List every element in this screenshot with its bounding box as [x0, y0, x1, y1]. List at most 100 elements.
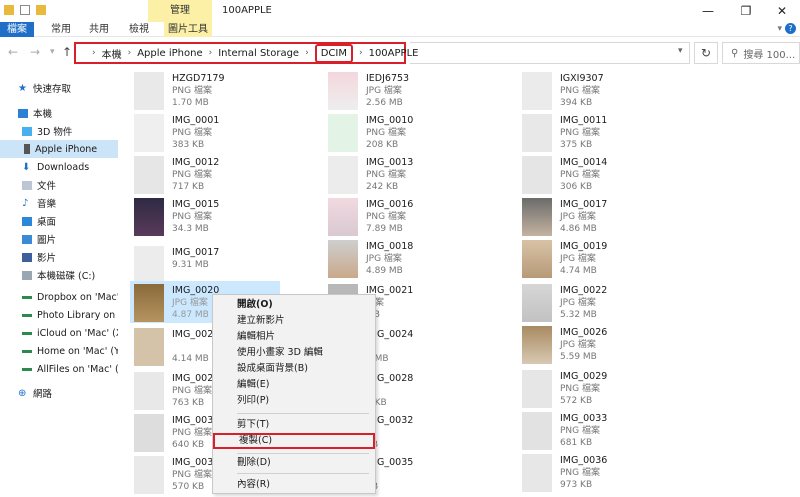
- help-icon[interactable]: ?: [785, 23, 796, 34]
- sidebar-item-this-pc[interactable]: 本機: [0, 104, 118, 122]
- sidebar-item-music[interactable]: ♪ 音樂: [0, 194, 118, 212]
- menu-item-copy[interactable]: 複製(C): [213, 433, 375, 449]
- cube-icon: [22, 126, 32, 136]
- file-size: 9.31 MB: [172, 260, 209, 270]
- thumbnail: [522, 370, 552, 408]
- menu-item-edit-paint3d[interactable]: 使用小畫家 3D 編輯: [213, 345, 375, 361]
- search-input[interactable]: ⚲ 搜尋 100...: [722, 42, 800, 64]
- sidebar-item-downloads[interactable]: ⬇ Downloads: [0, 158, 118, 176]
- menu-item-print[interactable]: 列印(P): [213, 393, 375, 409]
- folder-icon[interactable]: [4, 5, 14, 15]
- sidebar-item-network[interactable]: ⊕ 網路: [0, 384, 118, 402]
- file-type: JPG 檔案: [366, 86, 402, 96]
- new-folder-icon[interactable]: [36, 5, 46, 15]
- sidebar-item-quick-access[interactable]: ★ 快速存取: [0, 79, 118, 97]
- sidebar-item-label: 本機: [33, 109, 53, 120]
- tab-share[interactable]: 共用: [84, 22, 114, 37]
- maximize-button[interactable]: ❐: [728, 0, 764, 22]
- title-bar: 管理 100APPLE — ❐ ✕: [0, 0, 800, 22]
- breadcrumb-dcim[interactable]: DCIM: [314, 43, 353, 63]
- recent-locations-icon[interactable]: ▾: [50, 47, 55, 57]
- file-size: 572 KB: [560, 396, 593, 406]
- sidebar-item-apple-iphone[interactable]: Apple iPhone: [0, 140, 118, 158]
- breadcrumb-apple-iphone[interactable]: Apple iPhone: [137, 48, 202, 59]
- menu-item-cut[interactable]: 剪下(T): [213, 417, 375, 433]
- back-icon[interactable]: ←: [8, 45, 18, 59]
- menu-separator: [237, 473, 369, 474]
- sidebar-item-icloud-on-mac[interactable]: iCloud on 'Mac' (X:: [0, 324, 118, 342]
- navigation-pane: ★ 快速存取 本機 3D 物件 Apple iPhone ⬇ Downloads…: [0, 70, 118, 497]
- menu-item-edit-photo[interactable]: 編輯相片: [213, 329, 375, 345]
- network-drive-icon: [22, 349, 32, 353]
- sidebar-item-videos[interactable]: 影片: [0, 248, 118, 266]
- file-size: 306 KB: [560, 182, 593, 192]
- sidebar-item-allfiles-on-mac[interactable]: AllFiles on 'Mac' (Z: [0, 360, 118, 378]
- address-dropdown-icon[interactable]: ▾: [678, 46, 683, 56]
- file-type: PNG 檔案: [172, 428, 212, 438]
- file-name: IMG_0001: [172, 115, 220, 126]
- menu-item-set-desktop-background[interactable]: 設成桌面背景(B): [213, 361, 375, 377]
- menu-item-open[interactable]: 開啟(O): [213, 297, 375, 313]
- menu-separator: [237, 453, 369, 454]
- sidebar-item-home-on-mac[interactable]: Home on 'Mac' (Y:): [0, 342, 118, 360]
- file-name: IMG_0022: [560, 285, 608, 296]
- thumbnail: [328, 114, 358, 152]
- address-bar[interactable]: › 本機 › Apple iPhone › Internal Storage ›…: [74, 42, 418, 64]
- forward-icon[interactable]: →: [30, 45, 40, 59]
- thumbnail: [134, 246, 164, 284]
- tab-file[interactable]: 檔案: [0, 22, 34, 37]
- tab-manage[interactable]: 管理: [148, 0, 212, 22]
- search-icon: ⚲: [731, 47, 739, 59]
- menu-item-create-video[interactable]: 建立新影片: [213, 313, 375, 329]
- file-type: JPG 檔案: [560, 298, 596, 308]
- sidebar-item-dropbox-on-mac[interactable]: Dropbox on 'Mac' (: [0, 288, 118, 306]
- menu-item-edit[interactable]: 編輯(E): [213, 377, 375, 393]
- thumbnail: [522, 114, 552, 152]
- minimize-button[interactable]: —: [690, 0, 726, 22]
- breadcrumb-internal-storage[interactable]: Internal Storage: [218, 48, 299, 59]
- close-button[interactable]: ✕: [764, 0, 800, 22]
- thumbnail: [134, 72, 164, 110]
- file-name: IMG_0017: [172, 247, 220, 258]
- file-name: HZGD7179: [172, 73, 225, 84]
- file-type: PNG 檔案: [172, 128, 212, 138]
- tab-view[interactable]: 檢視: [122, 22, 156, 37]
- sidebar-item-documents[interactable]: 文件: [0, 176, 118, 194]
- file-size: 383 KB: [172, 140, 205, 150]
- file-size: 4.14 MB: [172, 354, 209, 364]
- menu-item-delete[interactable]: 刪除(D): [213, 455, 375, 471]
- phone-icon: [24, 144, 30, 154]
- file-name: IMG_0011: [560, 115, 608, 126]
- checkbox-icon[interactable]: [20, 5, 30, 15]
- file-size: 4.86 MB: [560, 224, 597, 234]
- chevron-down-icon[interactable]: ▾: [777, 22, 782, 37]
- menu-item-properties[interactable]: 內容(R): [213, 477, 375, 493]
- sidebar-item-label: AllFiles on 'Mac' (Z: [37, 363, 118, 375]
- sidebar-item-label: Dropbox on 'Mac' (: [37, 291, 118, 303]
- sidebar-item-local-disk-c[interactable]: 本機磁碟 (C:): [0, 266, 118, 284]
- sidebar-item-label: 桌面: [37, 217, 57, 228]
- file-name: IMG_0013: [366, 157, 414, 168]
- file-type: PNG 檔案: [172, 212, 212, 222]
- file-name: IGXI9307: [560, 73, 604, 84]
- menu-separator: [237, 413, 369, 414]
- sidebar-item-pictures[interactable]: 圖片: [0, 230, 118, 248]
- up-icon[interactable]: ↑: [62, 45, 72, 59]
- thumbnail: [134, 414, 164, 452]
- sidebar-item-label: 圖片: [37, 235, 57, 246]
- file-type: PNG 檔案: [560, 86, 600, 96]
- sidebar-item-3d-objects[interactable]: 3D 物件: [0, 122, 118, 140]
- file-name: IMG_0019: [560, 241, 608, 252]
- refresh-button[interactable]: ↻: [694, 42, 718, 64]
- file-size: 7.89 MB: [366, 224, 403, 234]
- thumbnail: [522, 240, 552, 278]
- file-name: IMG_0015: [172, 199, 220, 210]
- breadcrumb-this-pc[interactable]: 本機: [102, 46, 122, 61]
- chevron-right-icon: ›: [127, 48, 132, 58]
- thumbnail: [134, 456, 164, 494]
- address-bar-empty-area[interactable]: [410, 42, 690, 64]
- sidebar-item-photo-library-on-mac[interactable]: Photo Library on 'M: [0, 306, 118, 324]
- sidebar-item-desktop[interactable]: 桌面: [0, 212, 118, 230]
- tab-home[interactable]: 常用: [46, 22, 76, 37]
- tab-picture-tools[interactable]: 圖片工具: [164, 22, 212, 37]
